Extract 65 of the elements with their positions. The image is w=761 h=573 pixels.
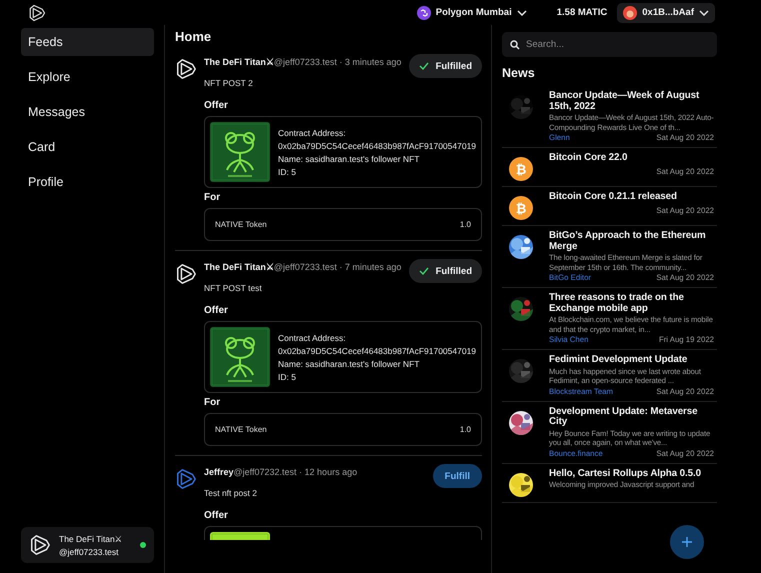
nav-item[interactable]: Card — [21, 133, 154, 161]
post-meta: @jeff07233.test · 3 minutes ago — [274, 57, 402, 67]
post-text: Test nft post 2 — [204, 488, 258, 498]
section-label: Offer — [204, 305, 229, 316]
fulfilled-button[interactable]: Fulfilled — [408, 54, 482, 78]
news-title[interactable]: Hello, Cartesi Rollups Alpha 0.5.0 — [549, 468, 714, 479]
network-name: Polygon Mumbai — [436, 7, 512, 18]
section-label: For — [204, 192, 222, 203]
offer-detail: Contract Address: — [278, 128, 347, 138]
token-amount: 1.0 — [460, 425, 471, 434]
news-title[interactable]: Development Update: Metaverse City — [549, 406, 714, 428]
logo-icon — [29, 534, 51, 556]
author-name: The DeFi Titan⚔ — [204, 262, 274, 272]
news-title[interactable]: Bancor Update—Week of August 15th, 2022 — [549, 91, 714, 112]
nav-item[interactable]: Messages — [21, 98, 154, 126]
token-name: NATIVE Token — [215, 425, 267, 434]
search-icon — [510, 40, 520, 50]
nav-item[interactable]: Profile — [21, 168, 154, 196]
token-amount: 1.0 — [460, 220, 471, 229]
section-label: Offer — [204, 510, 229, 521]
profile-name: The DeFi Titan⚔ — [59, 534, 124, 544]
check-icon — [418, 62, 429, 70]
section-label: For — [204, 397, 222, 408]
network-icon — [416, 6, 431, 20]
post-text: NFT POST 2 — [204, 78, 254, 88]
news-title[interactable]: BitGo’s Approach to the Ethereum Merge — [549, 231, 714, 252]
section-title: News — [502, 66, 536, 80]
offer-detail: 0x02ba79D5C54Cecef46483b987fAcF91700547019 — [278, 140, 476, 150]
post-text: NFT POST test — [204, 283, 263, 293]
offer-detail: ID: 5 — [278, 372, 297, 382]
news-title[interactable]: Fedimint Development Update — [549, 355, 714, 366]
plus-icon — [681, 536, 693, 548]
balance-text: 1.58 MATIC — [556, 7, 608, 18]
nav-item[interactable]: Explore — [21, 63, 154, 91]
news-title[interactable]: Bitcoin Core 0.21.1 released — [549, 192, 714, 202]
post-meta: @jeff07233.test · 7 minutes ago — [274, 262, 402, 272]
network-selector[interactable]: Polygon Mumbai — [416, 6, 527, 20]
profile-card[interactable]: The DeFi Titan⚔ @jeff07233.test — [21, 527, 154, 563]
token-name: NATIVE Token — [215, 220, 267, 229]
post-meta: @jeff07232.test · 12 hours ago — [234, 467, 358, 477]
logo-icon — [28, 4, 46, 22]
author-name: Jeffrey — [204, 467, 234, 477]
news-title[interactable]: Three reasons to trade on the Exchange mobile app — [549, 293, 714, 314]
bitcoin-icon: ₿ — [509, 157, 533, 181]
avatar-icon — [623, 6, 638, 20]
offer-detail: Name: sasidharan.test's follower NFT — [278, 358, 420, 368]
offer-detail: Name: sasidharan.test's follower NFT — [278, 154, 420, 164]
author-name: The DeFi Titan⚔ — [204, 57, 274, 67]
fulfill-button[interactable]: Fulfill — [432, 464, 482, 488]
section-label: Offer — [204, 100, 229, 111]
bitcoin-icon: ₿ — [509, 196, 533, 220]
check-icon — [418, 267, 429, 275]
chevron-icon — [516, 10, 527, 16]
page-title: Home — [175, 29, 212, 44]
news-title[interactable]: Bitcoin Core 22.0 — [549, 153, 714, 164]
search-field[interactable]: Search... — [502, 32, 717, 57]
add-button[interactable] — [670, 525, 704, 559]
account-button[interactable]: 0x1B...bAaf — [617, 2, 715, 22]
nav-item[interactable]: Feeds — [21, 28, 154, 56]
offer-detail: Contract Address: — [278, 332, 347, 342]
offer-detail: 0x02ba79D5C54Cecef46483b987fAcF91700547019 — [278, 346, 476, 356]
chevron-icon — [699, 10, 709, 16]
profile-handle: @jeff07233.test — [59, 546, 120, 556]
offer-detail: ID: 5 — [278, 166, 297, 176]
fulfilled-button[interactable]: Fulfilled — [408, 259, 482, 283]
